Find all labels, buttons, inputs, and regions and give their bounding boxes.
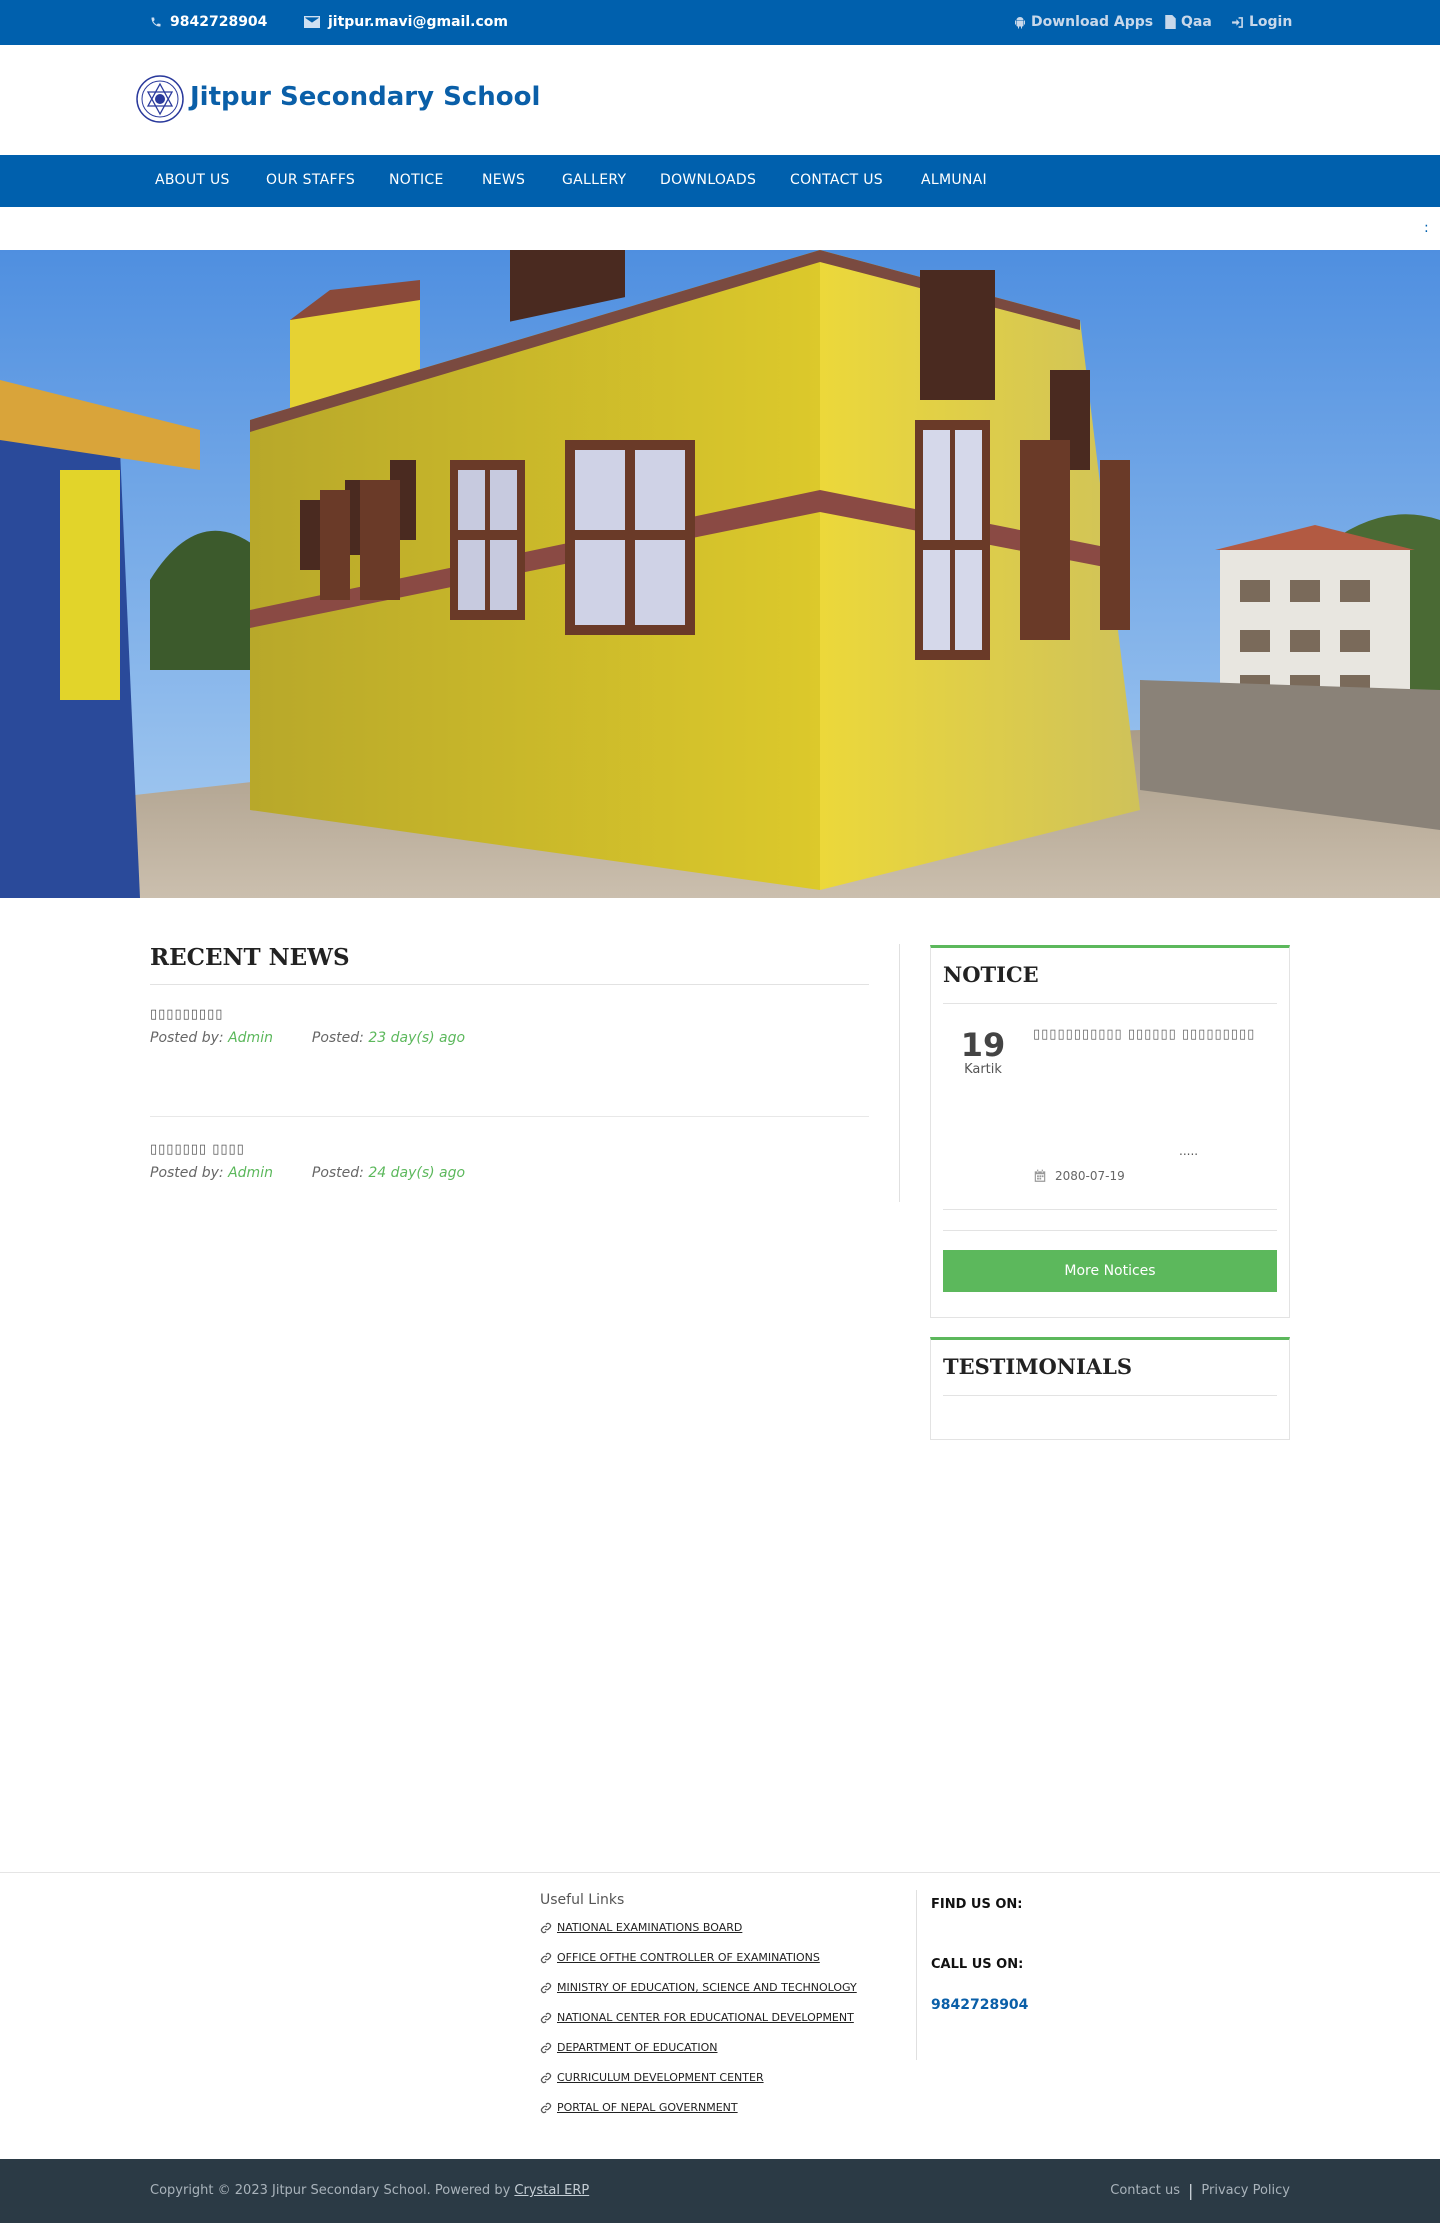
news-item-meta: Posted by: Admin Posted: 23 day(s) ago: [150, 1030, 465, 1046]
link-icon: [540, 2072, 552, 2083]
footer-link[interactable]: NATIONAL CENTER FOR EDUCATIONAL DEVELOPM…: [540, 2011, 854, 2024]
notice-item-title[interactable]: ▯▯▯▯▯▯▯▯▯▯▯ ▯▯▯▯▯▯ ▯▯▯▯▯▯▯▯▯: [1033, 1027, 1273, 1042]
nav-item-downloads[interactable]: DOWNLOADS: [660, 172, 756, 188]
footer-phone-number[interactable]: 9842728904: [931, 1997, 1028, 2013]
useful-links-heading: Useful Links: [540, 1892, 625, 1908]
footer-link-label: NATIONAL CENTER FOR EDUCATIONAL DEVELOPM…: [557, 2011, 854, 2024]
nav-item-news[interactable]: NEWS: [482, 172, 525, 188]
news-item-title[interactable]: ▯▯▯▯▯▯▯▯▯: [150, 1007, 223, 1022]
qaa-label: Qaa: [1181, 14, 1212, 30]
news-author[interactable]: Admin: [228, 1030, 273, 1046]
file-icon: [1165, 15, 1176, 29]
site-title[interactable]: Jitpur Secondary School: [190, 82, 540, 112]
footer-bottom-links: Contact us | Privacy Policy: [1110, 2181, 1290, 2200]
notice-day: 19: [960, 1026, 1006, 1064]
notice-date-text: 2080-07-19: [1055, 1169, 1125, 1183]
link-icon: [540, 1982, 552, 1993]
footer-bottom-bar: Copyright © 2023 Jitpur Secondary School…: [0, 2159, 1440, 2223]
login-label: Login: [1249, 14, 1293, 30]
school-logo[interactable]: [136, 75, 184, 123]
copyright-label: Copyright © 2023 Jitpur Secondary School…: [150, 2183, 511, 2198]
footer-link[interactable]: PORTAL OF NEPAL GOVERNMENT: [540, 2101, 738, 2114]
powered-by-link[interactable]: Crystal ERP: [514, 2183, 589, 2198]
nav-item-contact-us[interactable]: CONTACT US: [790, 172, 883, 188]
call-us-label: CALL US ON:: [931, 1957, 1024, 1972]
nav-item-almunai[interactable]: ALMUNAI: [921, 172, 987, 188]
notice-panel: NOTICE 19 Kartik ▯▯▯▯▯▯▯▯▯▯▯ ▯▯▯▯▯▯ ▯▯▯▯…: [930, 945, 1290, 1318]
phone-number: 9842728904: [170, 14, 268, 30]
news-item-meta: Posted by: Admin Posted: 24 day(s) ago: [150, 1165, 465, 1181]
site-header: Jitpur Secondary School: [0, 45, 1440, 155]
find-us-label: FIND US ON:: [931, 1897, 1023, 1912]
footer-link-label: DEPARTMENT OF EDUCATION: [557, 2041, 718, 2054]
footer-link-label: MINISTRY OF EDUCATION, SCIENCE AND TECHN…: [557, 1981, 857, 1994]
news-item-title[interactable]: ▯▯▯▯▯▯▯ ▯▯▯▯: [150, 1142, 245, 1157]
link-icon: [540, 1952, 552, 1963]
email-contact[interactable]: jitpur.mavi@gmail.com: [304, 14, 508, 30]
notice-date: 2080-07-19: [1033, 1169, 1125, 1183]
contact-us-link[interactable]: Contact us: [1110, 2183, 1180, 2198]
footer-link-label: PORTAL OF NEPAL GOVERNMENT: [557, 2101, 738, 2114]
marquee-text: :: [1424, 220, 1429, 236]
qaa-link[interactable]: Qaa: [1165, 14, 1212, 30]
notice-read-more[interactable]: .....: [1179, 1144, 1198, 1158]
news-posted-time: 24 day(s) ago: [368, 1165, 466, 1181]
login-link[interactable]: Login: [1231, 14, 1292, 30]
notice-divider: [943, 1230, 1277, 1231]
link-separator: |: [1188, 2181, 1194, 2200]
android-icon: [1015, 16, 1025, 28]
top-bar: 9842728904 jitpur.mavi@gmail.com Downloa…: [0, 0, 1440, 45]
footer-link-label: OFFICE OFTHE CONTROLLER OF EXAMINATIONS: [557, 1951, 820, 1964]
footer-link[interactable]: OFFICE OFTHE CONTROLLER OF EXAMINATIONS: [540, 1951, 820, 1964]
news-separator: [150, 1116, 869, 1117]
footer-link[interactable]: DEPARTMENT OF EDUCATION: [540, 2041, 717, 2054]
link-icon: [540, 2042, 552, 2053]
link-icon: [540, 2012, 552, 2023]
hero-school-building-image: [0, 250, 1440, 898]
privacy-policy-link[interactable]: Privacy Policy: [1201, 2183, 1290, 2198]
testimonials-panel: TESTIMONIALS: [930, 1337, 1290, 1440]
nav-item-gallery[interactable]: GALLERY: [562, 172, 626, 188]
posted-by-label: Posted by:: [150, 1030, 224, 1046]
posted-label: Posted:: [311, 1030, 364, 1046]
content-divider: [899, 944, 900, 1202]
notice-heading-divider: [943, 1003, 1277, 1004]
envelope-icon: [304, 16, 320, 28]
notice-month: Kartik: [964, 1062, 1002, 1077]
nav-item-about-us[interactable]: ABOUT US: [155, 172, 230, 188]
more-notices-button[interactable]: More Notices: [943, 1250, 1277, 1292]
news-author[interactable]: Admin: [228, 1165, 273, 1181]
main-navigation: ABOUT US OUR STAFFS NOTICE NEWS GALLERY …: [0, 155, 1440, 207]
link-icon: [540, 2102, 552, 2113]
posted-label: Posted:: [311, 1165, 364, 1181]
notice-divider: [943, 1209, 1277, 1210]
email-address: jitpur.mavi@gmail.com: [328, 14, 508, 30]
phone-contact[interactable]: 9842728904: [150, 14, 267, 30]
testimonials-heading: TESTIMONIALS: [943, 1354, 1133, 1379]
footer-link[interactable]: MINISTRY OF EDUCATION, SCIENCE AND TECHN…: [540, 1981, 857, 1994]
notice-heading: NOTICE: [943, 962, 1039, 987]
link-icon: [540, 1922, 552, 1933]
download-apps-link[interactable]: Download Apps: [1014, 14, 1153, 30]
nav-item-our-staffs[interactable]: OUR STAFFS: [266, 172, 355, 188]
news-posted-time: 23 day(s) ago: [368, 1030, 466, 1046]
sign-in-icon: [1232, 16, 1243, 28]
footer-link-label: CURRICULUM DEVELOPMENT CENTER: [557, 2071, 764, 2084]
footer-link-label: NATIONAL EXAMINATIONS BOARD: [557, 1921, 743, 1934]
footer-link[interactable]: CURRICULUM DEVELOPMENT CENTER: [540, 2071, 764, 2084]
footer-divider: [0, 1872, 1440, 1873]
download-apps-label: Download Apps: [1031, 14, 1154, 30]
footer-column-divider: [916, 1890, 917, 2060]
copyright-text: Copyright © 2023 Jitpur Secondary School…: [150, 2183, 589, 2198]
heading-divider: [150, 984, 869, 985]
testimonials-heading-divider: [943, 1395, 1277, 1396]
calendar-icon: [1034, 1169, 1046, 1182]
recent-news-heading: RECENT NEWS: [150, 944, 350, 971]
nav-item-notice[interactable]: NOTICE: [389, 172, 444, 188]
posted-by-label: Posted by:: [150, 1165, 224, 1181]
footer-link[interactable]: NATIONAL EXAMINATIONS BOARD: [540, 1921, 742, 1934]
phone-icon: [151, 17, 161, 27]
